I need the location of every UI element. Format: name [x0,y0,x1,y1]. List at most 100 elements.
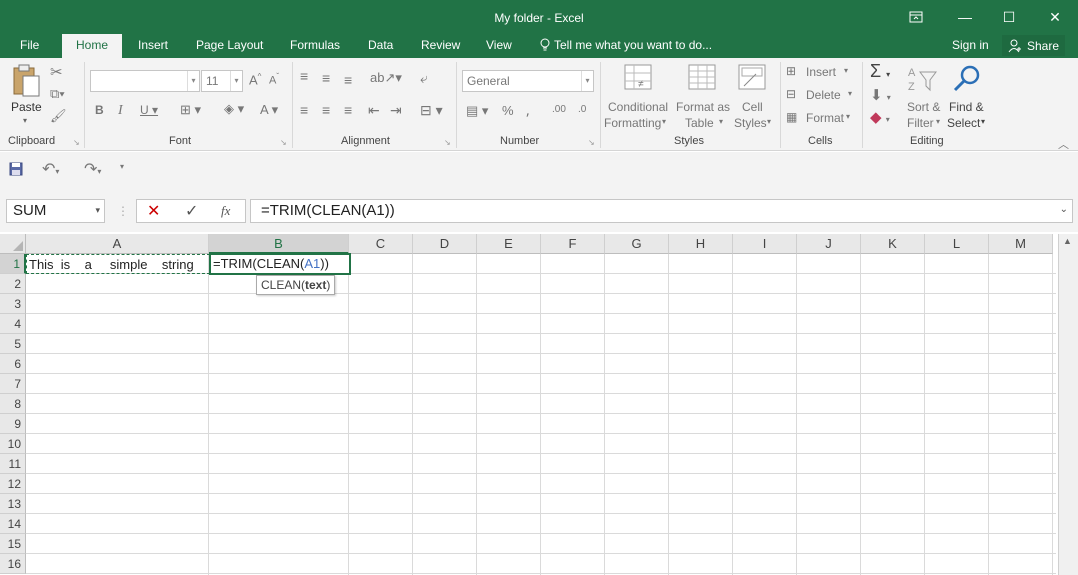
increase-indent-icon[interactable]: ⇥ [390,102,402,119]
dialog-launcher-icon[interactable]: ↘ [280,138,287,147]
tab-formulas[interactable]: Formulas [290,38,340,52]
row-header-7[interactable]: 7 [0,374,26,394]
fill-color-icon[interactable]: ◈ ▾ [224,101,244,117]
column-header-a[interactable]: A [26,234,209,254]
clear-icon[interactable]: ◆ ▾ [870,108,890,126]
row-header-16[interactable]: 16 [0,554,26,574]
tab-view[interactable]: View [486,38,512,52]
decrease-font-icon[interactable]: Aˇ [269,72,279,87]
top-align-icon[interactable]: ≡ [300,68,308,84]
font-color-icon[interactable]: A ▾ [260,102,278,118]
vertical-scrollbar[interactable]: ▲ [1058,234,1078,575]
font-size-box[interactable]: 11 ▾ [201,70,243,92]
column-header-c[interactable]: C [349,234,413,254]
name-box[interactable]: SUM ▾ [6,199,105,223]
tab-review[interactable]: Review [421,38,460,52]
cell-styles-button[interactable]: Cell Styles ▾ [734,64,776,134]
paste-button[interactable]: Paste ▾ [8,64,44,130]
column-header-d[interactable]: D [413,234,477,254]
tab-data[interactable]: Data [368,38,393,52]
wrap-text-icon[interactable]: ⤶ [420,70,428,87]
tab-insert[interactable]: Insert [138,38,168,52]
row-header-5[interactable]: 5 [0,334,26,354]
format-as-table-button[interactable]: Format as Table ▾ [676,64,732,134]
ribbon-display-options-button[interactable] [893,0,939,34]
column-header-e[interactable]: E [477,234,541,254]
tab-page-layout[interactable]: Page Layout [196,38,263,52]
column-header-i[interactable]: I [733,234,797,254]
italic-icon[interactable]: I [118,103,123,119]
dialog-launcher-icon[interactable]: ↘ [73,138,80,147]
column-header-j[interactable]: J [797,234,861,254]
close-button[interactable]: ✕ [1032,0,1078,34]
underline-icon[interactable]: U ▾ [140,103,158,117]
dialog-launcher-icon[interactable]: ↘ [444,138,451,147]
number-format-box[interactable]: General ▾ [462,70,594,92]
cell-b1-editing[interactable]: =TRIM(CLEAN(A1)) [209,253,351,275]
row-header-15[interactable]: 15 [0,534,26,554]
cell-a1[interactable]: This is a simple string [26,254,210,274]
middle-align-icon[interactable]: ≡ [322,70,330,86]
collapse-ribbon-icon[interactable]: ︿ [1058,136,1069,152]
row-header-12[interactable]: 12 [0,474,26,494]
scroll-up-icon[interactable]: ▲ [1063,236,1072,246]
cancel-icon[interactable]: ✕ [147,201,160,221]
row-header-9[interactable]: 9 [0,414,26,434]
fill-icon[interactable]: ⬇ ▾ [870,86,891,104]
column-header-b[interactable]: B [209,234,349,254]
formula-input[interactable]: =TRIM(CLEAN(A1)) ⌄ [250,199,1073,223]
minimize-button[interactable]: — [942,0,988,34]
tab-file[interactable]: File [20,38,39,52]
autosum-icon[interactable]: Σ ▾ [870,61,890,82]
column-header-l[interactable]: L [925,234,989,254]
font-name-box[interactable]: ▾ [90,70,200,92]
tab-home[interactable]: Home [62,34,123,58]
merge-center-icon[interactable]: ⊟ ▾ [420,102,443,119]
find-select-button[interactable]: Find & Select ▾ [946,64,990,134]
customize-qat-icon[interactable]: ▾ [120,162,124,171]
row-header-3[interactable]: 3 [0,294,26,314]
sign-in-link[interactable]: Sign in [952,38,989,52]
borders-icon[interactable]: ⊞ ▾ [180,102,201,118]
bottom-align-icon[interactable]: ≡ [344,72,352,88]
row-header-2[interactable]: 2 [0,274,26,294]
align-center-icon[interactable]: ≡ [322,102,330,118]
worksheet-grid[interactable]: ABCDEFGHIJKLM 1 2 3 4 5 6 7 8 9 10 11 12 13 14 15 16 Th… [0,234,1078,575]
bold-icon[interactable]: B [95,103,104,117]
enter-check-icon[interactable]: ✓ [185,201,198,221]
sort-filter-button[interactable]: AZ Sort & Filter ▾ [904,64,944,134]
drag-handle-icon[interactable]: ⋮ [117,204,129,218]
function-tooltip[interactable]: CLEAN(text) [256,275,336,295]
row-header-10[interactable]: 10 [0,434,26,454]
decrease-decimal-icon[interactable]: .0 [578,104,586,115]
insert-function-icon[interactable]: fx [221,203,230,219]
format-cells-button[interactable]: ▦ Format ▾ [786,110,856,128]
comma-style-icon[interactable]: ⸴ [526,103,530,122]
dialog-launcher-icon[interactable]: ↘ [588,138,595,147]
delete-cells-button[interactable]: ⊟ Delete ▾ [786,87,856,105]
column-header-h[interactable]: H [669,234,733,254]
conditional-formatting-button[interactable]: ≠ Conditional Formatting ▾ [604,64,672,134]
align-left-icon[interactable]: ≡ [300,102,308,118]
column-header-m[interactable]: M [989,234,1053,254]
save-icon[interactable] [9,162,23,176]
increase-decimal-icon[interactable]: .00 [552,104,566,115]
redo-icon[interactable]: ↷▾ [84,159,101,179]
accounting-format-icon[interactable]: ▤ ▾ [466,103,488,119]
increase-font-icon[interactable]: A^ [249,72,261,87]
insert-cells-button[interactable]: ⊞ Insert ▾ [786,64,856,82]
undo-icon[interactable]: ↶▾ [42,159,59,179]
column-header-k[interactable]: K [861,234,925,254]
tell-me-box[interactable]: Tell me what you want to do... [540,38,712,52]
format-painter-icon[interactable]: 🖌 [50,108,67,124]
maximize-button[interactable]: ☐ [986,0,1032,34]
row-header-11[interactable]: 11 [0,454,26,474]
align-right-icon[interactable]: ≡ [344,102,352,118]
select-all-corner[interactable] [0,234,26,254]
expand-formula-bar-icon[interactable]: ⌄ [1060,204,1068,215]
row-header-13[interactable]: 13 [0,494,26,514]
share-button[interactable]: Share [1002,35,1066,56]
row-header-6[interactable]: 6 [0,354,26,374]
decrease-indent-icon[interactable]: ⇤ [368,102,380,119]
row-header-8[interactable]: 8 [0,394,26,414]
